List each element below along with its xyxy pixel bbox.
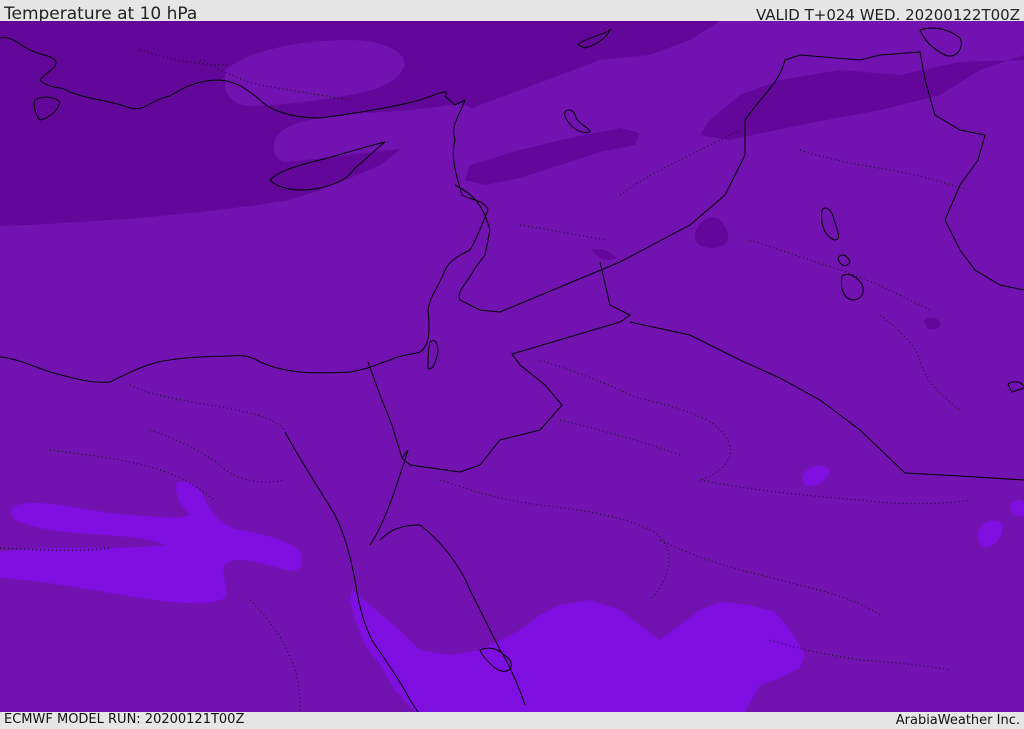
map-canvas — [0, 21, 1024, 712]
model-run-label: ECMWF MODEL RUN: 20200121T00Z — [4, 712, 245, 727]
footer-bar: ECMWF MODEL RUN: 20200121T00Z ArabiaWeat… — [0, 712, 1024, 729]
credit-label: ArabiaWeather Inc. — [895, 713, 1020, 728]
header-bar: Temperature at 10 hPa VALID T+024 WED. 2… — [0, 0, 1024, 24]
temperature-map[interactable] — [0, 21, 1024, 712]
